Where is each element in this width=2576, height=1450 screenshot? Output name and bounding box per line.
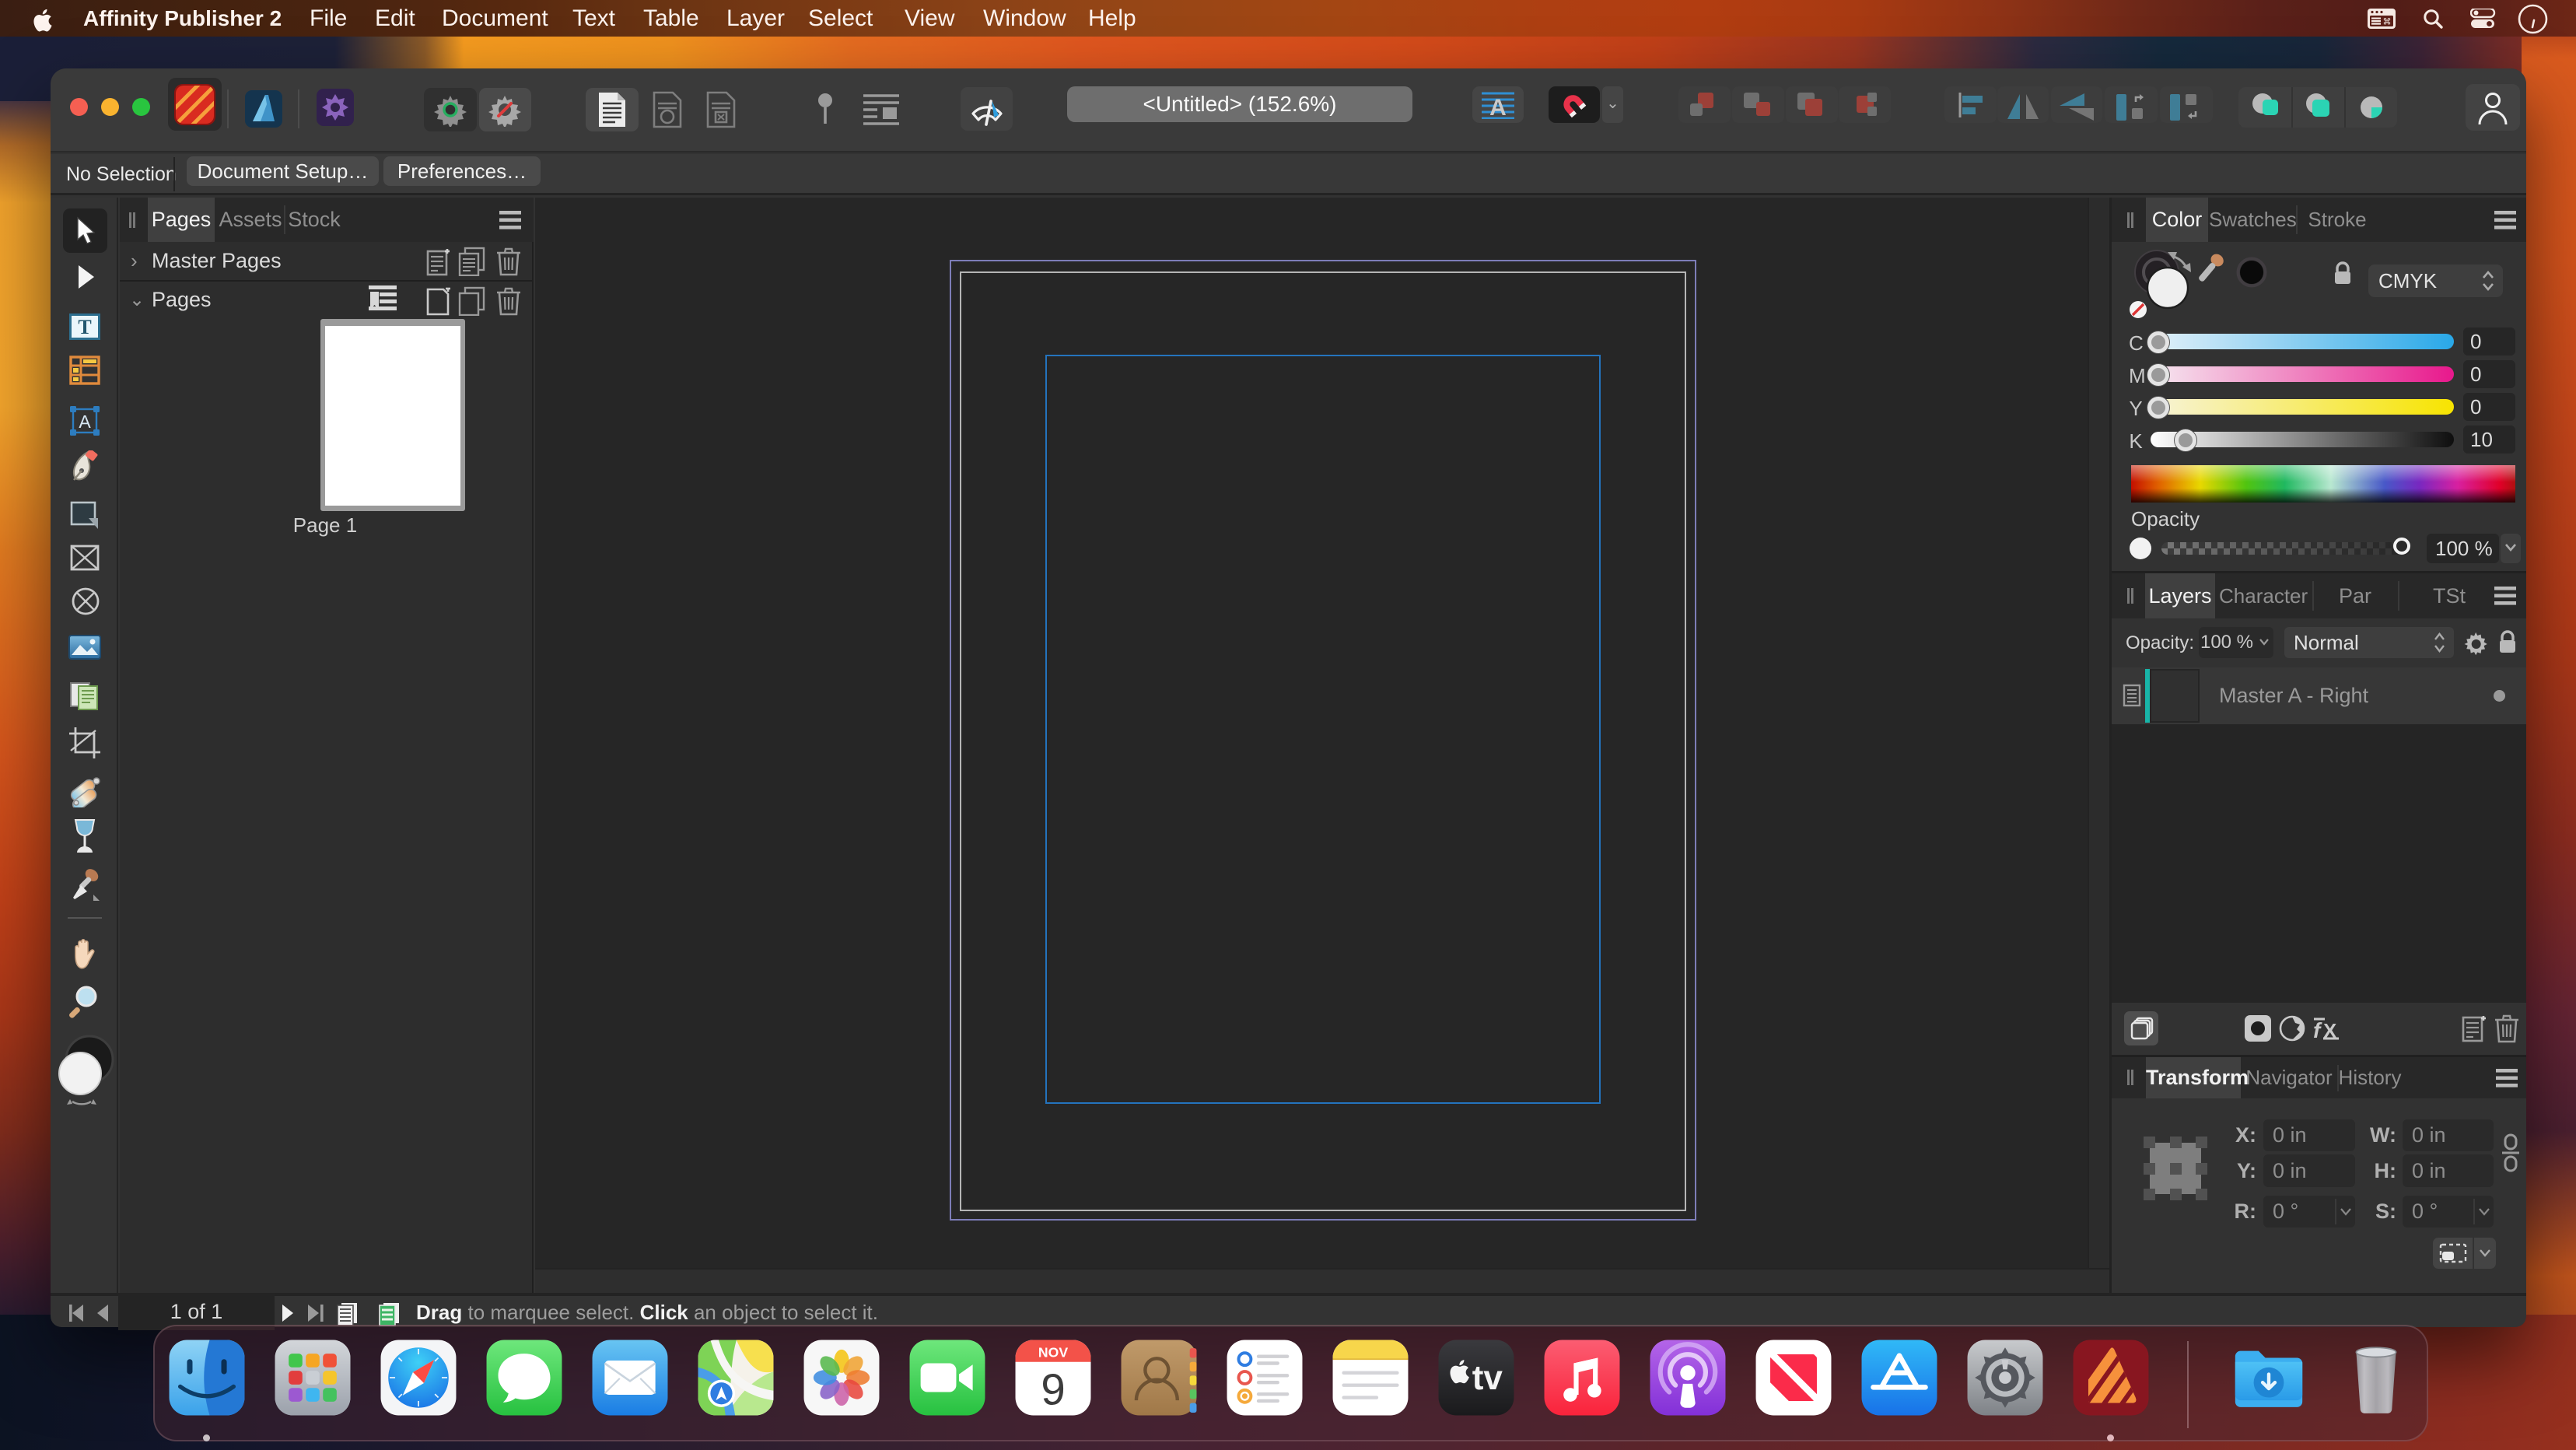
svg-text:⌘: ⌘ (2383, 18, 2392, 27)
svg-text:T: T (78, 316, 91, 338)
svg-text:NOV: NOV (1038, 1345, 1068, 1361)
svg-text:tv: tv (1472, 1359, 1503, 1397)
svg-text:9: 9 (1041, 1364, 1065, 1413)
svg-text:A: A (1489, 95, 1507, 119)
svg-text:f: f (2313, 1018, 2322, 1041)
svg-text:A: A (79, 412, 91, 432)
